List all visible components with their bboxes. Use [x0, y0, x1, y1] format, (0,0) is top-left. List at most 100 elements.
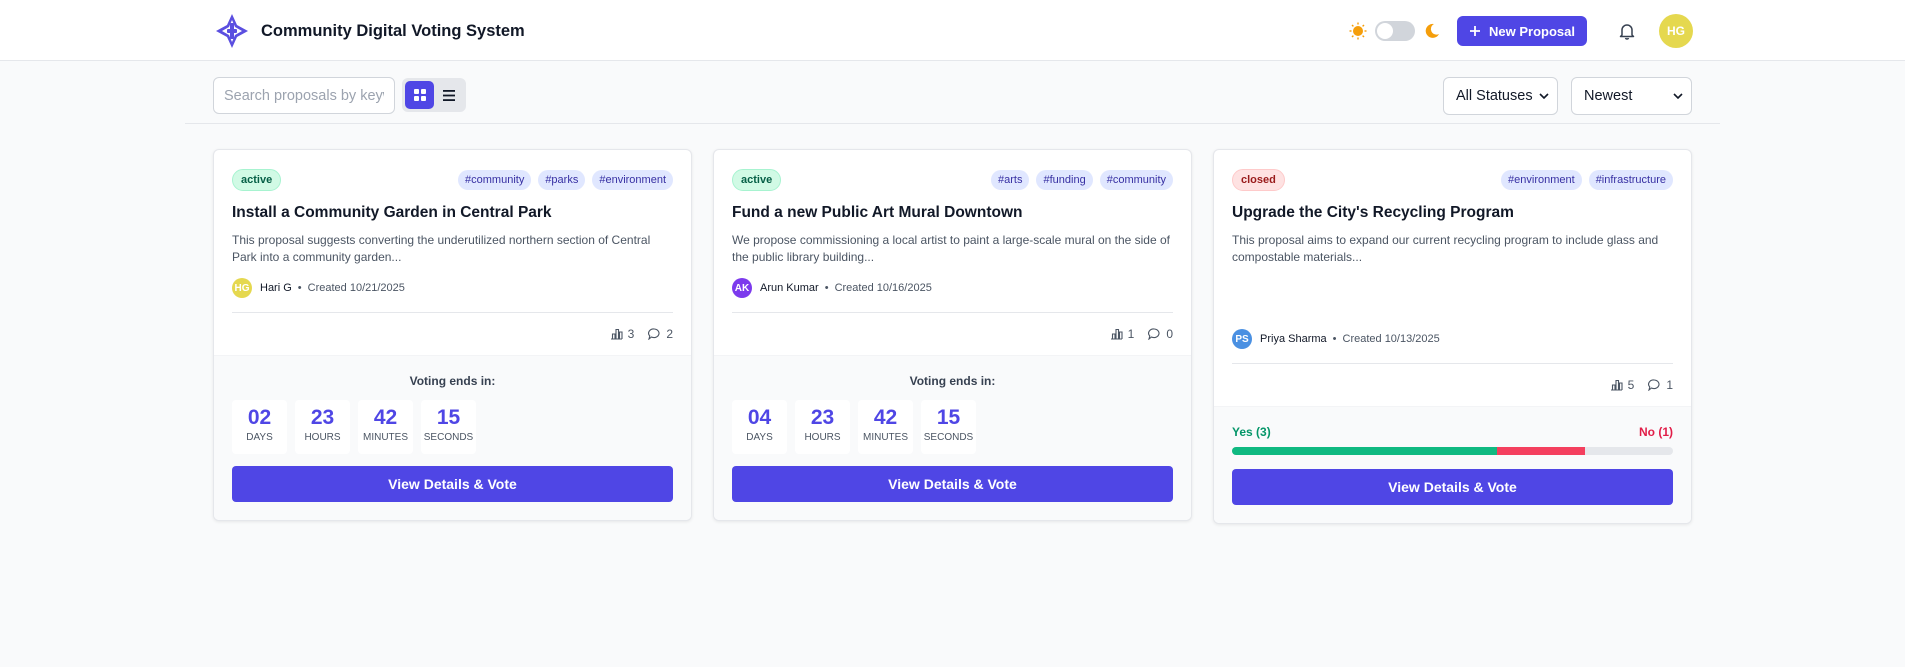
countdown-timer: 04 DAYS 23 HOURS 42 MINUTES 15 SECONDS: [732, 400, 1173, 454]
countdown-label: SECONDS: [923, 432, 974, 443]
tag[interactable]: #environment: [1501, 170, 1582, 190]
author-name: Arun Kumar: [760, 282, 819, 294]
tag-list: #arts #funding #community: [991, 170, 1173, 190]
tag-list: #environment #infrastructure: [1501, 170, 1673, 190]
countdown-label: HOURS: [804, 432, 841, 443]
view-details-vote-button[interactable]: View Details & Vote: [1232, 469, 1673, 505]
brand[interactable]: Community Digital Voting System: [215, 13, 525, 49]
proposal-card[interactable]: active #arts #funding #community Fund a …: [713, 149, 1192, 521]
bar-chart-icon: [610, 328, 623, 340]
countdown-timer: 02 DAYS 23 HOURS 42 MINUTES 15 SECONDS: [232, 400, 673, 454]
author-name: Hari G: [260, 282, 292, 294]
theme-toggle[interactable]: [1375, 21, 1416, 41]
proposal-title[interactable]: Fund a new Public Art Mural Downtown: [732, 204, 1173, 222]
ballot-logo-icon: [216, 14, 248, 48]
countdown-value: 15: [936, 406, 961, 429]
countdown-minutes: 42 MINUTES: [858, 400, 913, 454]
vote-count: 3: [610, 327, 634, 341]
moon-icon: [1425, 23, 1440, 38]
countdown-label: MINUTES: [863, 432, 908, 443]
yes-count: Yes (3): [1232, 425, 1271, 439]
voting-ends-label: Voting ends in:: [409, 374, 496, 388]
countdown-minutes: 42 MINUTES: [358, 400, 413, 454]
created-date: Created 10/21/2025: [307, 282, 405, 294]
bar-chart-icon: [1610, 379, 1623, 391]
new-proposal-button[interactable]: New Proposal: [1457, 16, 1587, 46]
sort-select[interactable]: Newest: [1571, 77, 1692, 115]
countdown-seconds: 15 SECONDS: [921, 400, 976, 454]
card-stats: 1 0: [732, 313, 1173, 355]
countdown-value: 42: [873, 406, 898, 429]
plus-icon: [1470, 26, 1481, 36]
countdown-label: DAYS: [746, 432, 773, 443]
comment-count: 1: [1648, 378, 1673, 392]
tag[interactable]: #funding: [1036, 170, 1093, 190]
comment-count: 2: [648, 327, 673, 341]
countdown-days: 02 DAYS: [232, 400, 287, 454]
user-avatar[interactable]: HG: [1659, 14, 1693, 48]
status-badge: active: [732, 169, 782, 191]
tag[interactable]: #arts: [991, 170, 1030, 190]
bar-chart-icon: [1110, 328, 1123, 340]
yes-bar-segment: [1232, 447, 1497, 455]
status-badge: active: [232, 169, 282, 191]
tag[interactable]: #environment: [592, 170, 673, 190]
proposal-description: We propose commissioning a local artist …: [732, 233, 1170, 264]
tag[interactable]: #parks: [538, 170, 586, 190]
countdown-value: 04: [747, 406, 772, 429]
vote-results-bar: [1232, 447, 1673, 455]
top-header: Community Digital Voting System New Prop…: [0, 0, 1905, 61]
separator-dot: •: [1332, 333, 1337, 345]
sort-value: Newest: [1584, 88, 1633, 104]
created-date: Created 10/13/2025: [1342, 333, 1440, 345]
view-details-vote-button[interactable]: View Details & Vote: [232, 466, 673, 502]
vote-count-value: 5: [1627, 378, 1635, 392]
card-stats: 5 1: [1232, 364, 1673, 406]
countdown-value: 23: [810, 406, 835, 429]
filter-toolbar: All Statuses Newest: [185, 62, 1720, 124]
list-icon: [442, 89, 455, 101]
comment-count: 0: [1148, 327, 1173, 341]
status-filter-select[interactable]: All Statuses: [1443, 77, 1558, 115]
tag[interactable]: #community: [1099, 170, 1173, 190]
countdown-days: 04 DAYS: [732, 400, 787, 454]
new-proposal-label: New Proposal: [1489, 23, 1575, 39]
list-view-button[interactable]: [434, 81, 463, 109]
countdown-hours: 23 HOURS: [295, 400, 350, 454]
no-count: No (1): [1639, 425, 1673, 439]
sun-icon: [1349, 22, 1367, 40]
chevron-down-icon: [1539, 93, 1549, 99]
status-filter-value: All Statuses: [1456, 88, 1533, 104]
no-bar-segment: [1496, 447, 1585, 455]
countdown-label: HOURS: [304, 432, 341, 443]
search-input[interactable]: [213, 77, 395, 114]
separator-dot: •: [824, 282, 829, 294]
proposal-card[interactable]: active #community #parks #environment In…: [213, 149, 692, 521]
proposal-title[interactable]: Install a Community Garden in Central Pa…: [232, 204, 673, 222]
proposal-description: This proposal suggests converting the un…: [232, 233, 651, 264]
vote-count: 1: [1110, 327, 1134, 341]
proposal-card[interactable]: closed #environment #infrastructure Upgr…: [1213, 149, 1692, 524]
view-details-vote-button[interactable]: View Details & Vote: [732, 466, 1173, 502]
avatar: AK: [732, 278, 752, 298]
card-footer: Voting ends in: 04 DAYS 23 HOURS 42 MINUTES…: [714, 355, 1191, 520]
grid-view-button[interactable]: [405, 81, 434, 109]
author-row: HG Hari G • Created 10/21/2025: [232, 278, 673, 298]
comment-count-value: 2: [666, 327, 673, 341]
proposal-title[interactable]: Upgrade the City's Recycling Program: [1232, 204, 1673, 222]
created-date: Created 10/16/2025: [834, 282, 932, 294]
tag[interactable]: #community: [458, 170, 532, 190]
notification-bell-icon[interactable]: [1617, 21, 1637, 41]
status-badge: closed: [1232, 169, 1285, 191]
author-row: AK Arun Kumar • Created 10/16/2025: [732, 278, 1173, 298]
countdown-label: DAYS: [246, 432, 273, 443]
avatar: PS: [1232, 329, 1252, 349]
avatar: HG: [232, 278, 252, 298]
card-stats: 3 2: [232, 313, 673, 355]
tag[interactable]: #infrastructure: [1588, 170, 1673, 190]
app-title: Community Digital Voting System: [261, 21, 525, 40]
comment-icon: [1648, 379, 1660, 391]
countdown-value: 15: [436, 406, 461, 429]
countdown-label: SECONDS: [423, 432, 474, 443]
card-footer: Voting ends in: 02 DAYS 23 HOURS 42 MINUTES…: [214, 355, 691, 520]
